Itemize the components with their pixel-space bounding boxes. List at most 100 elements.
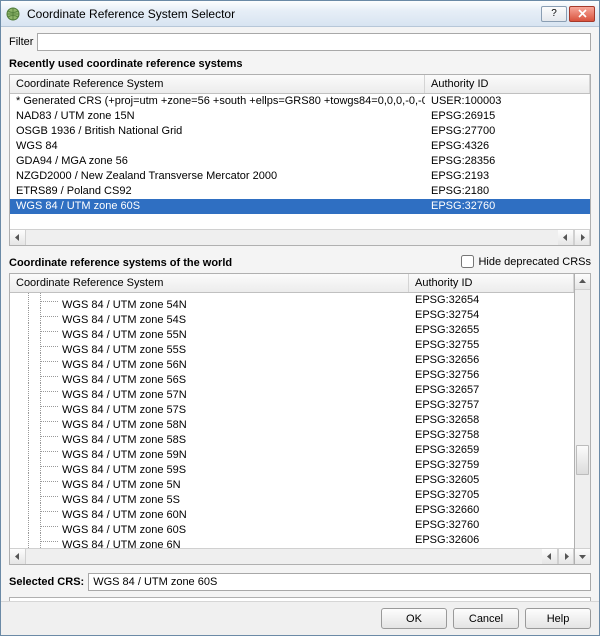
crs-name-cell: WGS 84 / UTM zone 55N	[10, 323, 409, 338]
recent-hscroll[interactable]	[10, 229, 590, 245]
table-row[interactable]: WGS 84 / UTM zone 60SEPSG:32760	[10, 199, 590, 214]
table-row[interactable]: WGS 84 / UTM zone 59NEPSG:32659	[10, 443, 574, 458]
scroll-down-icon[interactable]	[575, 548, 590, 564]
crs-auth-cell: EPSG:32606	[409, 533, 574, 548]
table-row[interactable]: WGS 84 / UTM zone 54SEPSG:32754	[10, 308, 574, 323]
crs-name-cell: ETRS89 / Poland CS92	[10, 184, 425, 199]
hide-deprecated-label: Hide deprecated CRSs	[478, 256, 591, 268]
crs-name-cell: WGS 84 / UTM zone 58N	[10, 413, 409, 428]
table-row[interactable]: WGS 84 / UTM zone 56SEPSG:32756	[10, 368, 574, 383]
crs-name-cell: WGS 84 / UTM zone 60N	[10, 503, 409, 518]
scroll-right-icon[interactable]	[574, 230, 590, 245]
crs-name-cell: WGS 84 / UTM zone 59N	[10, 443, 409, 458]
hide-deprecated-checkbox[interactable]: Hide deprecated CRSs	[461, 255, 591, 268]
help-titlebar-button[interactable]: ?	[541, 6, 567, 22]
table-row[interactable]: WGS 84 / UTM zone 55NEPSG:32655	[10, 323, 574, 338]
table-row[interactable]: NZGD2000 / New Zealand Transverse Mercat…	[10, 169, 590, 184]
scroll-left2-icon[interactable]	[542, 549, 558, 564]
table-row[interactable]: WGS 84 / UTM zone 55SEPSG:32755	[10, 338, 574, 353]
table-row[interactable]: WGS 84 / UTM zone 60NEPSG:32660	[10, 503, 574, 518]
scroll-track[interactable]	[26, 549, 542, 564]
table-row[interactable]: * Generated CRS (+proj=utm +zone=56 +sou…	[10, 94, 590, 109]
crs-name-cell: OSGB 1936 / British National Grid	[10, 124, 425, 139]
table-row[interactable]: GDA94 / MGA zone 56EPSG:28356	[10, 154, 590, 169]
filter-input[interactable]	[37, 33, 591, 51]
table-row[interactable]: WGS 84 / UTM zone 60SEPSG:32760	[10, 518, 574, 533]
table-row[interactable]: WGS 84 / UTM zone 5SEPSG:32705	[10, 488, 574, 503]
recent-col-crs[interactable]: Coordinate Reference System	[10, 75, 425, 93]
table-row[interactable]: ETRS89 / Poland CS92EPSG:2180	[10, 184, 590, 199]
scroll-track[interactable]	[26, 230, 558, 245]
scroll-up-icon[interactable]	[575, 274, 590, 290]
crs-auth-cell: EPSG:32705	[409, 488, 574, 503]
crs-auth-cell: EPSG:26915	[425, 109, 590, 124]
world-hscroll[interactable]	[10, 548, 574, 564]
table-row[interactable]: WGS 84 / UTM zone 58SEPSG:32758	[10, 428, 574, 443]
table-row[interactable]: WGS 84 / UTM zone 57NEPSG:32657	[10, 383, 574, 398]
recent-crs-table: Coordinate Reference System Authority ID…	[9, 74, 591, 246]
table-row[interactable]: WGS 84 / UTM zone 56NEPSG:32656	[10, 353, 574, 368]
table-row[interactable]: WGS 84 / UTM zone 58NEPSG:32658	[10, 413, 574, 428]
crs-auth-cell: EPSG:32755	[409, 338, 574, 353]
app-icon	[5, 6, 21, 22]
scroll-left-icon[interactable]	[10, 549, 26, 564]
vscroll-track[interactable]	[575, 290, 590, 548]
world-heading: Coordinate reference systems of the worl…	[9, 257, 461, 269]
table-row[interactable]: WGS 84 / UTM zone 6NEPSG:32606	[10, 533, 574, 548]
crs-name-cell: WGS 84 / UTM zone 58S	[10, 428, 409, 443]
crs-auth-cell: EPSG:32656	[409, 353, 574, 368]
table-row[interactable]: OSGB 1936 / British National GridEPSG:27…	[10, 124, 590, 139]
crs-auth-cell: EPSG:32758	[409, 428, 574, 443]
table-row[interactable]: NAD83 / UTM zone 15NEPSG:26915	[10, 109, 590, 124]
crs-name-cell: WGS 84 / UTM zone 6N	[10, 533, 409, 548]
cancel-button[interactable]: Cancel	[453, 608, 519, 629]
crs-auth-cell: EPSG:32756	[409, 368, 574, 383]
table-row[interactable]: WGS 84EPSG:4326	[10, 139, 590, 154]
crs-name-cell: WGS 84 / UTM zone 60S	[10, 518, 409, 533]
crs-name-cell: WGS 84 / UTM zone 54N	[10, 293, 409, 308]
table-row[interactable]: WGS 84 / UTM zone 54NEPSG:32654	[10, 293, 574, 308]
table-row[interactable]: WGS 84 / UTM zone 5NEPSG:32605	[10, 473, 574, 488]
crs-name-cell: WGS 84 / UTM zone 5S	[10, 488, 409, 503]
crs-auth-cell: EPSG:32660	[409, 503, 574, 518]
crs-name-cell: WGS 84 / UTM zone 57N	[10, 383, 409, 398]
recent-col-auth[interactable]: Authority ID	[425, 75, 590, 93]
close-titlebar-button[interactable]	[569, 6, 595, 22]
help-button[interactable]: Help	[525, 608, 591, 629]
recent-heading: Recently used coordinate reference syste…	[9, 58, 591, 70]
crs-auth-cell: EPSG:32760	[409, 518, 574, 533]
world-vscroll[interactable]	[575, 273, 591, 565]
dialog-button-row: OK Cancel Help	[1, 601, 599, 635]
ok-button[interactable]: OK	[381, 608, 447, 629]
crs-auth-cell: EPSG:32605	[409, 473, 574, 488]
scroll-right-icon[interactable]	[558, 549, 574, 564]
crs-name-cell: WGS 84 / UTM zone 59S	[10, 458, 409, 473]
crs-auth-cell: EPSG:32759	[409, 458, 574, 473]
crs-auth-cell: EPSG:4326	[425, 139, 590, 154]
crs-name-cell: GDA94 / MGA zone 56	[10, 154, 425, 169]
crs-auth-cell: EPSG:27700	[425, 124, 590, 139]
crs-name-cell: * Generated CRS (+proj=utm +zone=56 +sou…	[10, 94, 425, 109]
crs-name-cell: NZGD2000 / New Zealand Transverse Mercat…	[10, 169, 425, 184]
crs-name-cell: WGS 84	[10, 139, 425, 154]
crs-name-cell: WGS 84 / UTM zone 5N	[10, 473, 409, 488]
world-col-crs[interactable]: Coordinate Reference System	[10, 274, 409, 292]
crs-name-cell: NAD83 / UTM zone 15N	[10, 109, 425, 124]
scroll-left-icon[interactable]	[10, 230, 26, 245]
crs-auth-cell: EPSG:32658	[409, 413, 574, 428]
hide-deprecated-input[interactable]	[461, 255, 474, 268]
world-col-auth[interactable]: Authority ID	[409, 274, 574, 292]
crs-auth-cell: EPSG:32754	[409, 308, 574, 323]
table-row[interactable]: WGS 84 / UTM zone 59SEPSG:32759	[10, 458, 574, 473]
world-crs-table: Coordinate Reference System Authority ID…	[9, 273, 575, 565]
crs-auth-cell: EPSG:32655	[409, 323, 574, 338]
crs-auth-cell: EPSG:2180	[425, 184, 590, 199]
table-row[interactable]: WGS 84 / UTM zone 57SEPSG:32757	[10, 398, 574, 413]
crs-auth-cell: EPSG:28356	[425, 154, 590, 169]
titlebar: Coordinate Reference System Selector ?	[1, 1, 599, 27]
vscroll-thumb[interactable]	[576, 445, 589, 475]
crs-auth-cell: EPSG:32659	[409, 443, 574, 458]
selected-crs-field[interactable]	[88, 573, 591, 591]
scroll-left2-icon[interactable]	[558, 230, 574, 245]
crs-name-cell: WGS 84 / UTM zone 57S	[10, 398, 409, 413]
